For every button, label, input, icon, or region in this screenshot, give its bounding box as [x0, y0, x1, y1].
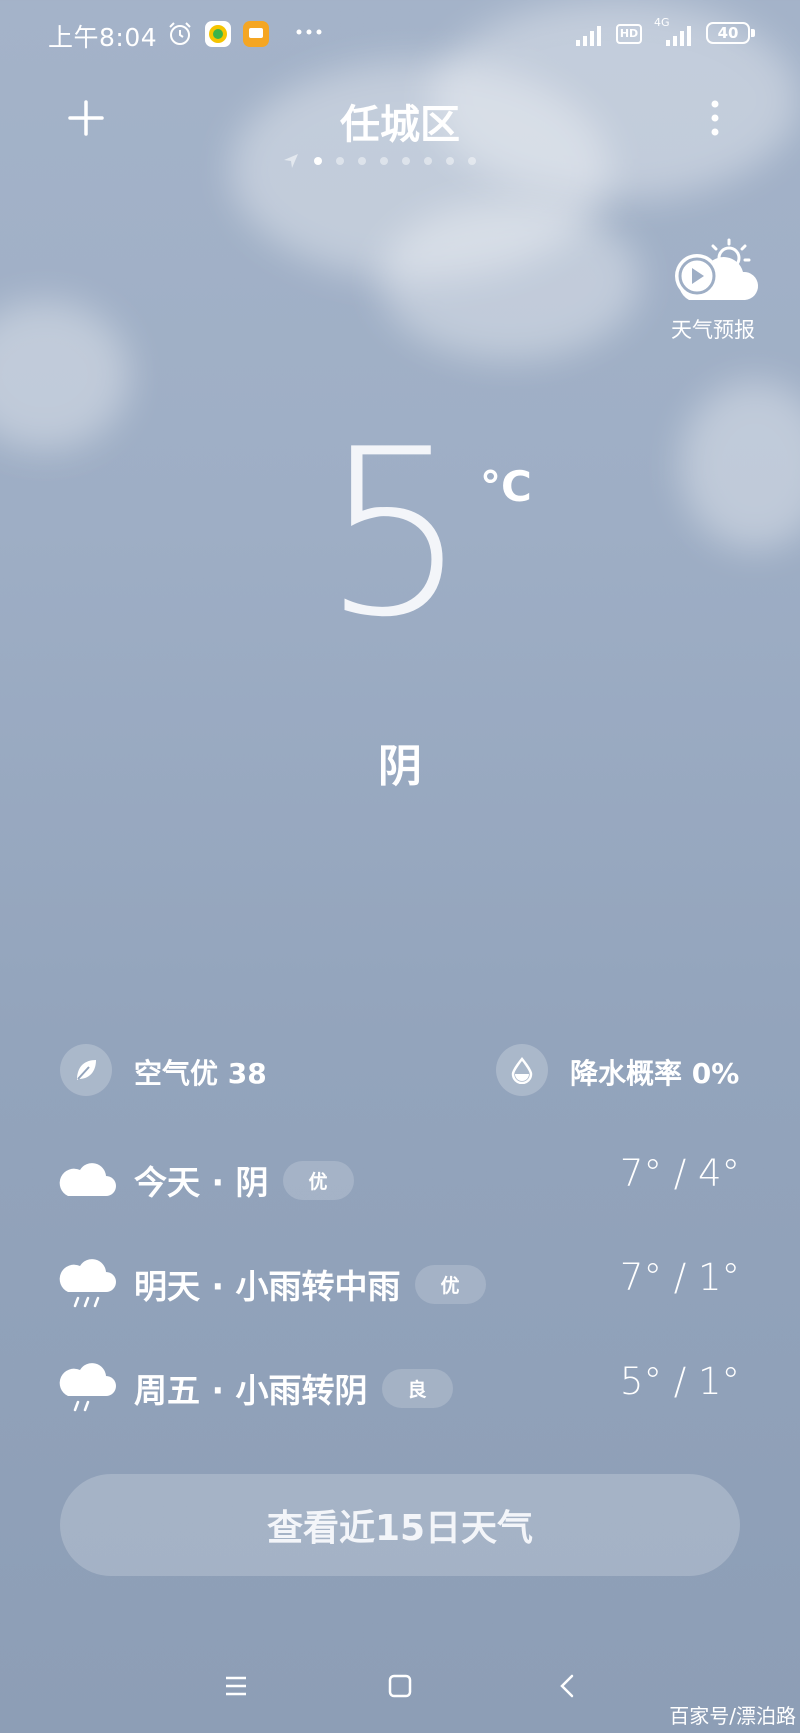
alarm-icon — [166, 20, 194, 48]
page-dot[interactable] — [358, 157, 366, 165]
page-dot[interactable] — [468, 157, 476, 165]
background-cloud — [0, 300, 130, 450]
daily-row-label-wrap: 周五 · 小雨转阴 良 — [134, 1364, 453, 1412]
music-app-icon — [204, 20, 232, 48]
page-dot[interactable] — [336, 157, 344, 165]
hd-icon: HD — [616, 24, 642, 44]
precipitation-text[interactable]: 降水概率 0% — [570, 1052, 739, 1092]
daily-row-label: 明天 · 小雨转中雨 — [134, 1267, 401, 1306]
city-title: 任城区 — [340, 102, 460, 148]
play-cloud-sun-icon — [675, 238, 759, 300]
daily-row-temps: 7° / 1° — [619, 1256, 740, 1299]
cloud-icon — [59, 1163, 116, 1196]
precipitation-icon-wrap — [496, 1044, 548, 1096]
status-time: 上午8:04 — [48, 23, 158, 52]
home-nav-button[interactable] — [380, 1666, 420, 1706]
page-indicator — [314, 154, 476, 168]
water-drop-icon — [511, 1057, 533, 1084]
aqi-badge: 良 — [381, 1368, 453, 1408]
daily-row-temps: 5° / 1° — [619, 1360, 740, 1403]
aqi-badge: 优 — [414, 1264, 486, 1304]
background-cloud — [380, 200, 640, 360]
daily-row-label: 今天 · 阴 — [134, 1163, 269, 1202]
view-15-day-forecast-button[interactable]: 查看近15日天气 — [60, 1474, 740, 1576]
menu-nav-button[interactable] — [216, 1666, 256, 1706]
back-chevron-icon — [560, 1674, 574, 1698]
daily-row-label: 周五 · 小雨转阴 — [134, 1371, 368, 1410]
page-dot[interactable] — [380, 157, 388, 165]
current-condition: 阴 — [378, 741, 422, 792]
watermark: 百家号/漂泊路 — [669, 1704, 796, 1728]
signal-icon — [574, 20, 608, 48]
signal-4g-icon: 4G — [652, 16, 696, 48]
more-vertical-icon — [711, 100, 719, 136]
daily-row-temps: 7° / 4° — [619, 1152, 740, 1195]
home-square-icon — [388, 1674, 412, 1698]
page-dot[interactable] — [446, 157, 454, 165]
air-quality-icon-wrap — [60, 1044, 112, 1096]
background-cloud — [680, 380, 800, 550]
rain-cloud-icon — [59, 1363, 116, 1412]
current-temperature: 5 — [321, 401, 469, 668]
page-dot[interactable] — [424, 157, 432, 165]
air-quality-text[interactable]: 空气优 38 — [134, 1052, 267, 1092]
more-options-button[interactable] — [700, 98, 730, 138]
page-dot[interactable] — [402, 157, 410, 165]
network-label: 4G — [654, 16, 670, 29]
temperature-unit: °C — [480, 462, 532, 511]
back-nav-button[interactable] — [548, 1666, 588, 1706]
more-notifications-icon — [294, 22, 324, 50]
daily-row-label-wrap: 今天 · 阴 优 — [134, 1156, 354, 1204]
page-dot[interactable] — [314, 157, 322, 165]
location-arrow-icon — [282, 152, 300, 170]
menu-icon — [226, 1676, 246, 1696]
aqi-badge: 优 — [282, 1160, 354, 1200]
battery-indicator: 40 — [706, 22, 755, 44]
status-bar: 上午8:04 HD 4G 40 — [0, 0, 800, 70]
rain-cloud-icon — [59, 1259, 116, 1308]
message-app-icon — [242, 20, 270, 48]
daily-row-label-wrap: 明天 · 小雨转中雨 优 — [134, 1260, 486, 1308]
weather-forecast-video-button[interactable]: 天气预报 — [660, 236, 766, 344]
weather-forecast-label: 天气预报 — [671, 318, 755, 342]
leaf-icon — [77, 1060, 96, 1080]
